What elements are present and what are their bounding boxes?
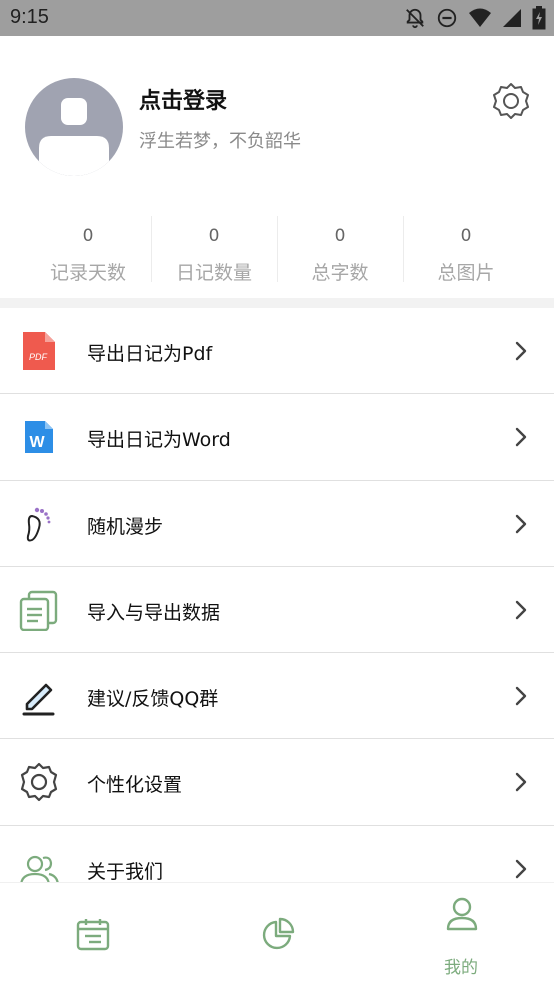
status-bar: 9:15 (0, 0, 554, 36)
pie-chart-icon (262, 917, 295, 950)
footprint-icon (18, 503, 60, 545)
notifications-off-icon (406, 8, 424, 29)
profile-section: 点击登录 浮生若梦，不负韶华 0 记录天数 0 日记数量 0 总字数 0 总图片 (0, 36, 554, 298)
chevron-right-icon (515, 773, 527, 792)
gear-icon (493, 83, 529, 119)
nav-tab-diary[interactable] (0, 883, 184, 985)
stat-label: 日记数量 (175, 262, 252, 284)
bottom-nav: 我的 (0, 882, 554, 985)
stat-value: 0 (334, 226, 346, 246)
stat-label: 总图片 (437, 262, 495, 284)
do-not-disturb-icon (437, 8, 457, 28)
menu-label: 建议/反馈QQ群 (87, 688, 219, 711)
stat-record-days: 0 记录天数 (25, 214, 151, 290)
menu-list: PDF 导出日记为Pdf W 导出日记为Word 随机漫步 导入与导出数据 建议… (0, 308, 554, 912)
stat-word-count: 0 总字数 (277, 214, 403, 290)
pdf-file-icon: PDF (18, 330, 60, 372)
edit-pen-icon (18, 675, 60, 717)
menu-label: 关于我们 (87, 860, 164, 883)
stat-value: 0 (208, 226, 220, 246)
menu-label: 个性化设置 (87, 774, 183, 797)
nav-tab-statistics[interactable] (185, 883, 369, 985)
stat-value: 0 (460, 226, 472, 246)
menu-item-feedback[interactable]: 建议/反馈QQ群 (0, 653, 554, 740)
login-title[interactable]: 点击登录 (139, 83, 227, 115)
wifi-icon (469, 8, 491, 27)
status-icons (404, 6, 546, 30)
nav-tab-mine[interactable]: 我的 (369, 883, 553, 985)
section-divider (0, 298, 554, 308)
stat-value: 0 (82, 226, 94, 246)
menu-label: 导入与导出数据 (87, 601, 221, 624)
user-avatar-icon (39, 98, 109, 176)
menu-label: 导出日记为Pdf (87, 343, 213, 365)
login-subtitle: 浮生若梦，不负韶华 (139, 131, 301, 152)
menu-item-import-export[interactable]: 导入与导出数据 (0, 567, 554, 654)
documents-icon (18, 589, 60, 631)
screen: 9:15 点击登录 浮生若梦，不负韶华 0 记录天数 0 日记数量 0 总字数 … (0, 0, 554, 985)
gear-icon (18, 761, 60, 803)
chevron-right-icon (515, 514, 527, 533)
stat-image-count: 0 总图片 (403, 214, 529, 290)
stat-label: 记录天数 (49, 262, 126, 284)
pdf-badge-text: PDF (29, 352, 48, 362)
chevron-right-icon (515, 428, 527, 447)
signal-icon (503, 9, 521, 27)
battery-charging-icon (532, 6, 546, 30)
nav-label: 我的 (444, 958, 478, 978)
stats-row: 0 记录天数 0 日记数量 0 总字数 0 总图片 (25, 214, 529, 290)
status-time: 9:15 (10, 6, 49, 28)
menu-item-random-walk[interactable]: 随机漫步 (0, 481, 554, 567)
word-badge-text: W (29, 434, 45, 451)
stat-label: 总字数 (311, 262, 369, 284)
menu-label: 导出日记为Word (87, 429, 231, 452)
chevron-right-icon (515, 600, 527, 620)
word-file-icon: W (18, 416, 60, 458)
settings-button[interactable] (490, 80, 532, 122)
chevron-right-icon (515, 341, 527, 361)
chevron-right-icon (515, 859, 527, 878)
avatar[interactable] (25, 78, 123, 176)
menu-item-personalization[interactable]: 个性化设置 (0, 739, 554, 826)
person-icon (446, 897, 478, 931)
menu-item-export-pdf[interactable]: PDF 导出日记为Pdf (0, 308, 554, 395)
stat-diary-count: 0 日记数量 (151, 214, 277, 290)
calendar-icon (76, 919, 110, 951)
menu-item-export-word[interactable]: W 导出日记为Word (0, 394, 554, 481)
menu-label: 随机漫步 (87, 515, 164, 538)
chevron-right-icon (515, 686, 527, 706)
